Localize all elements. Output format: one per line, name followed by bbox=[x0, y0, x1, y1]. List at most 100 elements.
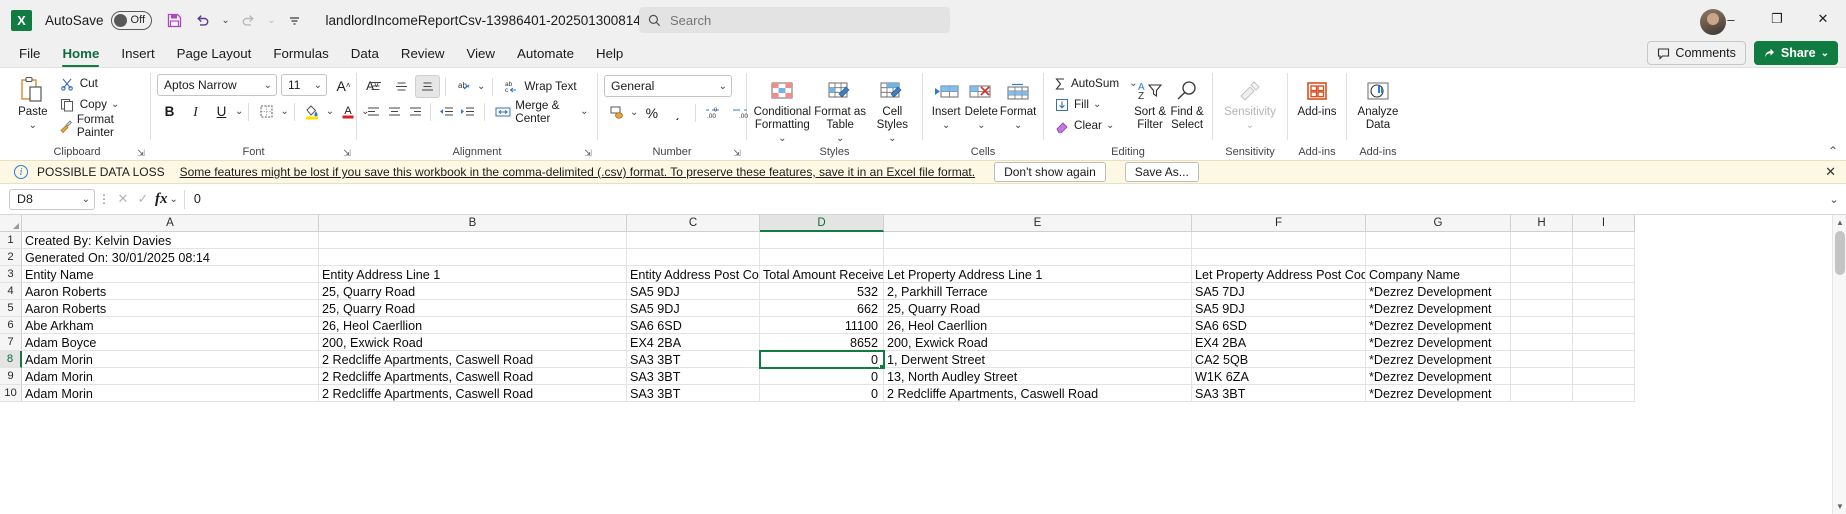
cell-C8[interactable]: SA3 3BT bbox=[627, 351, 760, 368]
cell-F5[interactable]: SA5 9DJ bbox=[1192, 300, 1366, 317]
save-icon[interactable] bbox=[162, 7, 188, 33]
cell-I9[interactable] bbox=[1573, 368, 1635, 385]
cell-A9[interactable]: Adam Morin bbox=[22, 368, 319, 385]
cell-E7[interactable]: 200, Exwick Road bbox=[884, 334, 1192, 351]
tab-insert[interactable]: Insert bbox=[110, 40, 165, 67]
merge-center-chevron-down-icon[interactable]: ⌄ bbox=[580, 106, 588, 117]
format-cells-chevron-down-icon[interactable]: ⌄ bbox=[1014, 119, 1022, 132]
cell-H4[interactable] bbox=[1511, 283, 1573, 300]
cell-A5[interactable]: Aaron Roberts bbox=[22, 300, 319, 317]
align-center-button[interactable] bbox=[384, 100, 404, 123]
grow-font-button[interactable]: A ˄ bbox=[331, 74, 356, 97]
number-dialog-launcher-icon[interactable]: ⇲ bbox=[731, 146, 743, 160]
cell-D2[interactable] bbox=[760, 249, 884, 266]
copy-chevron-down-icon[interactable]: ⌄ bbox=[111, 99, 119, 110]
undo-chevron-down-icon[interactable]: ⌄ bbox=[218, 7, 234, 33]
cell-F2[interactable] bbox=[1192, 249, 1366, 266]
find-select-button[interactable]: Find & Select bbox=[1168, 71, 1206, 132]
cut-button[interactable]: Cut bbox=[56, 73, 144, 94]
cell-C6[interactable]: SA6 6SD bbox=[627, 317, 760, 334]
formula-bar-options-icon[interactable]: ⋮ bbox=[95, 192, 113, 206]
addins-button[interactable]: Add-ins bbox=[1294, 71, 1340, 119]
row-header-3[interactable]: 3 bbox=[0, 266, 22, 283]
cell-A10[interactable]: Adam Morin bbox=[22, 385, 319, 402]
sensitivity-button[interactable]: Sensitivity ⌄ bbox=[1219, 71, 1281, 132]
column-header-C[interactable]: C bbox=[627, 215, 760, 232]
cell-H10[interactable] bbox=[1511, 385, 1573, 402]
cell-H1[interactable] bbox=[1511, 232, 1573, 249]
column-header-E[interactable]: E bbox=[884, 215, 1192, 232]
cell-G6[interactable]: *Dezrez Development bbox=[1366, 317, 1511, 334]
cell-C4[interactable]: SA5 9DJ bbox=[627, 283, 760, 300]
wrap-text-button[interactable]: ab c Wrap Text bbox=[500, 76, 579, 97]
cell-C3[interactable]: Entity Address Post Code bbox=[627, 266, 760, 283]
cell-C5[interactable]: SA5 9DJ bbox=[627, 300, 760, 317]
align-top-button[interactable] bbox=[363, 75, 388, 98]
cell-I10[interactable] bbox=[1573, 385, 1635, 402]
column-header-A[interactable]: A bbox=[22, 215, 319, 232]
align-left-button[interactable] bbox=[363, 100, 383, 123]
cell-G7[interactable]: *Dezrez Development bbox=[1366, 334, 1511, 351]
cell-D10[interactable]: 0 bbox=[760, 385, 884, 402]
cell-F6[interactable]: SA6 6SD bbox=[1192, 317, 1366, 334]
tab-home[interactable]: Home bbox=[51, 40, 110, 67]
cell-A2[interactable]: Generated On: 30/01/2025 08:14 bbox=[22, 249, 319, 266]
clear-chevron-down-icon[interactable]: ⌄ bbox=[1106, 120, 1114, 131]
font-family-chevron-down-icon[interactable]: ⌄ bbox=[264, 80, 272, 91]
cell-G9[interactable]: *Dezrez Development bbox=[1366, 368, 1511, 385]
cell-A3[interactable]: Entity Name bbox=[22, 266, 319, 283]
formula-input[interactable]: 0 bbox=[191, 192, 1822, 206]
tab-help[interactable]: Help bbox=[585, 40, 634, 67]
save-as-button[interactable]: Save As... bbox=[1124, 162, 1199, 182]
cell-A8[interactable]: Adam Morin bbox=[22, 351, 319, 368]
cell-F4[interactable]: SA5 7DJ bbox=[1192, 283, 1366, 300]
cell-B6[interactable]: 26, Heol Caerllion bbox=[319, 317, 627, 334]
bold-button[interactable]: B bbox=[157, 100, 182, 123]
cell-E8[interactable]: 1, Derwent Street bbox=[884, 351, 1192, 368]
currency-chevron-down-icon[interactable]: ⌄ bbox=[630, 107, 638, 118]
share-button[interactable]: Share ⌄ bbox=[1753, 41, 1838, 65]
dont-show-again-button[interactable]: Don't show again bbox=[994, 162, 1106, 182]
cell-F9[interactable]: W1K 6ZA bbox=[1192, 368, 1366, 385]
tab-page-layout[interactable]: Page Layout bbox=[166, 40, 263, 67]
autosum-button[interactable]: AutoSum ⌄ bbox=[1050, 73, 1137, 94]
cell-A6[interactable]: Abe Arkham bbox=[22, 317, 319, 334]
cell-H7[interactable] bbox=[1511, 334, 1573, 351]
cell-G4[interactable]: *Dezrez Development bbox=[1366, 283, 1511, 300]
cell-B9[interactable]: 2 Redcliffe Apartments, Caswell Road bbox=[319, 368, 627, 385]
row-header-4[interactable]: 4 bbox=[0, 283, 22, 300]
cell-G8[interactable]: *Dezrez Development bbox=[1366, 351, 1511, 368]
cell-B4[interactable]: 25, Quarry Road bbox=[319, 283, 627, 300]
align-right-button[interactable] bbox=[405, 100, 425, 123]
cell-I8[interactable] bbox=[1573, 351, 1635, 368]
format-cells-button[interactable]: Format ⌄ bbox=[999, 71, 1037, 132]
orientation-chevron-down-icon[interactable]: ⌄ bbox=[477, 81, 485, 92]
name-box-chevron-down-icon[interactable]: ⌄ bbox=[82, 194, 90, 205]
fx-icon[interactable]: fx bbox=[153, 191, 170, 208]
column-header-I[interactable]: I bbox=[1573, 215, 1635, 232]
cell-E5[interactable]: 25, Quarry Road bbox=[884, 300, 1192, 317]
delete-cells-chevron-down-icon[interactable]: ⌄ bbox=[977, 119, 985, 132]
fill-button[interactable]: Fill ⌄ bbox=[1050, 94, 1132, 115]
cell-D3[interactable]: Total Amount Received bbox=[760, 266, 884, 283]
scrollbar-thumb[interactable] bbox=[1835, 231, 1845, 275]
confirm-icon[interactable]: ✓ bbox=[133, 191, 153, 207]
column-header-F[interactable]: F bbox=[1192, 215, 1366, 232]
cell-H8[interactable] bbox=[1511, 351, 1573, 368]
collapse-ribbon-icon[interactable]: ⌃ bbox=[1828, 144, 1838, 158]
redo-icon[interactable] bbox=[236, 7, 262, 33]
format-painter-button[interactable]: Format Painter bbox=[56, 113, 144, 139]
cell-A1[interactable]: Created By: Kelvin Davies bbox=[22, 232, 319, 249]
cell-E4[interactable]: 2, Parkhill Terrace bbox=[884, 283, 1192, 300]
cell-styles-button[interactable]: Cell Styles ⌄ bbox=[869, 71, 916, 145]
expand-formula-bar-icon[interactable]: ⌄ bbox=[1822, 193, 1846, 206]
cell-B5[interactable]: 25, Quarry Road bbox=[319, 300, 627, 317]
comments-button[interactable]: Comments bbox=[1647, 41, 1746, 65]
restore-button[interactable]: ❐ bbox=[1754, 0, 1800, 38]
align-bottom-button[interactable] bbox=[415, 75, 440, 98]
tab-automate[interactable]: Automate bbox=[506, 40, 585, 67]
cell-G10[interactable]: *Dezrez Development bbox=[1366, 385, 1511, 402]
merge-center-button[interactable]: Merge & Center ⌄ bbox=[492, 99, 591, 125]
cell-I6[interactable] bbox=[1573, 317, 1635, 334]
cell-E3[interactable]: Let Property Address Line 1 bbox=[884, 266, 1192, 283]
